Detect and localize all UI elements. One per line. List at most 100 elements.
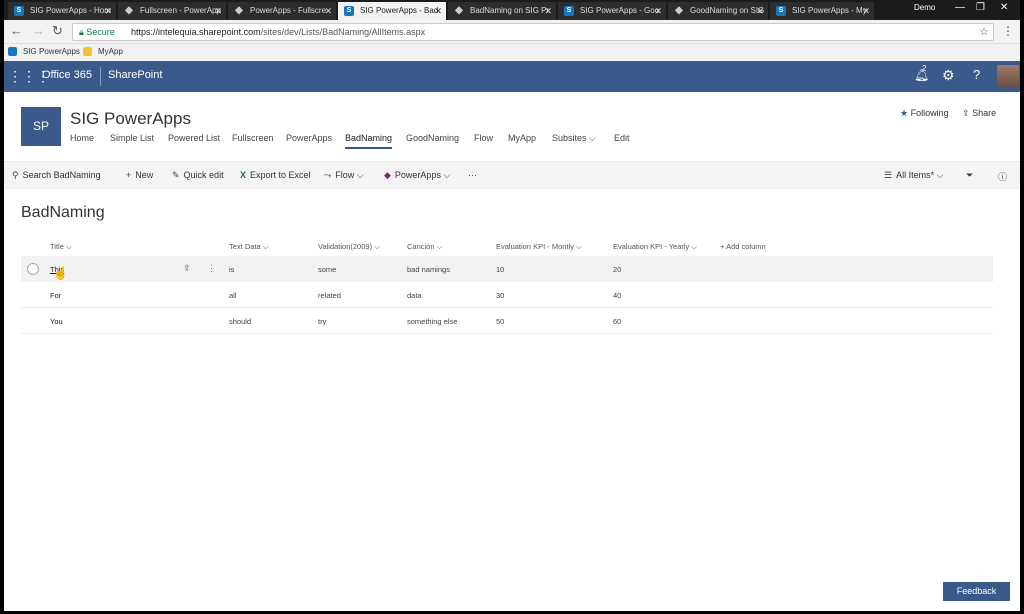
url-path: /sites/dev/Lists/BadNaming/AllItems.aspx: [260, 27, 426, 37]
nav-edit[interactable]: Edit: [614, 133, 630, 143]
column-header-cancion[interactable]: Canción ⌵: [407, 242, 442, 252]
close-icon[interactable]: ✕: [214, 2, 222, 20]
close-icon[interactable]: ✕: [104, 2, 112, 20]
column-header-kpi-monthly[interactable]: Evaluation KPI - Montly ⌵: [496, 242, 582, 252]
close-icon[interactable]: ✕: [654, 2, 662, 20]
bookmark-star-icon[interactable]: ☆: [979, 24, 989, 40]
close-icon[interactable]: ✕: [324, 2, 332, 20]
column-label: Text Data: [229, 242, 261, 251]
tab-powerapps-fullscreen[interactable]: ◆ PowerApps - Fullscre ✕: [228, 2, 336, 20]
cell-cancion: something else: [407, 317, 458, 326]
tab-label: SIG PowerApps - Goo: [580, 6, 660, 15]
tab-sig-badnaming[interactable]: S SIG PowerApps - Bad ✕: [338, 2, 446, 20]
close-icon[interactable]: ✕: [756, 2, 764, 20]
column-label: Evaluation KPI - Montly: [496, 242, 574, 251]
row-title-link[interactable]: For: [50, 291, 61, 300]
quick-edit-button[interactable]: ✎ Quick edit: [172, 170, 224, 181]
gear-icon[interactable]: ⚙: [942, 67, 955, 84]
row-title-link[interactable]: You: [50, 317, 63, 326]
bookmark-myapp[interactable]: MyApp: [83, 44, 123, 60]
nav-home[interactable]: Home: [70, 133, 94, 143]
tab-sig-goodnaming[interactable]: S SIG PowerApps - Goo ✕: [558, 2, 666, 20]
command-bar: ⚲ Search BadNaming + New ✎ Quick edit X Expo…: [4, 161, 1020, 189]
plus-icon: +: [720, 242, 725, 251]
notification-badge: 2: [922, 64, 927, 73]
cell-validation: related: [318, 291, 341, 300]
browser-menu-icon[interactable]: ⋮: [1002, 24, 1014, 38]
close-icon[interactable]: ✕: [862, 2, 870, 20]
column-header-kpi-yearly[interactable]: Evaluation KPI - Yearly ⌵: [613, 242, 697, 252]
nav-badnaming[interactable]: BadNaming: [345, 133, 393, 149]
more-commands-button[interactable]: ···: [468, 170, 477, 180]
flow-button[interactable]: ⤳ Flow ⌵: [324, 170, 364, 181]
tab-badnaming-powerapps[interactable]: ◆ BadNaming on SIG Pr ✕: [448, 2, 556, 20]
chevron-down-icon: ⌵: [65, 242, 72, 251]
feedback-button[interactable]: Feedback: [943, 582, 1010, 601]
sharepoint-link[interactable]: SharePoint: [108, 69, 162, 81]
site-logo[interactable]: SP: [21, 107, 61, 146]
reload-icon[interactable]: ↻: [52, 23, 63, 39]
nav-fullscreen[interactable]: Fullscreen: [232, 133, 274, 143]
forward-icon[interactable]: →: [32, 23, 45, 38]
chevron-down-icon: ⌵: [576, 242, 582, 251]
nav-powered-list[interactable]: Powered List: [168, 133, 220, 143]
minimize-icon[interactable]: —: [955, 2, 965, 13]
chevron-down-icon: ⌵: [374, 242, 380, 251]
secure-indicator[interactable]: 🔒︎ Secure: [79, 24, 115, 40]
info-icon[interactable]: ⓘ: [998, 170, 1007, 183]
cell-cancion: bad namings: [407, 265, 450, 274]
table-row[interactable]: This ⇪ ⋮ is some bad namings 10 20: [21, 256, 993, 282]
column-header-validation[interactable]: Validation(2009) ⌵: [318, 242, 380, 252]
share-button[interactable]: ⇪ Share: [962, 108, 996, 119]
chevron-down-icon: ⌵: [691, 242, 698, 251]
new-button[interactable]: + New: [126, 170, 153, 180]
nav-powerapps[interactable]: PowerApps: [286, 133, 332, 143]
office365-link[interactable]: Office 365: [42, 69, 92, 81]
browser-window: S SIG PowerApps - Hom ✕ ◆ Fullscreen - P…: [4, 0, 1020, 611]
following-label: Following: [910, 108, 949, 118]
view-label: All Items*: [896, 170, 935, 180]
tab-sig-myapp[interactable]: S SIG PowerApps - My ✕: [770, 2, 874, 20]
app-launcher-icon[interactable]: ⋮⋮⋮: [8, 67, 50, 85]
nav-subsites[interactable]: Subsites ⌵: [552, 133, 596, 144]
close-icon[interactable]: ✕: [434, 2, 442, 20]
close-icon[interactable]: ✕: [544, 2, 552, 20]
avatar[interactable]: [997, 65, 1019, 87]
tab-sig-home[interactable]: S SIG PowerApps - Hom ✕: [8, 2, 116, 20]
address-bar: ← → ↻ 🔒︎ Secure https://intelequia.share…: [4, 20, 1020, 44]
cell-text-data: should: [229, 317, 252, 326]
tab-goodnaming-powerapps[interactable]: ◆ GoodNaming on SIG ✕: [668, 2, 768, 20]
nav-goodnaming[interactable]: GoodNaming: [406, 133, 459, 143]
search-box[interactable]: ⚲ Search BadNaming: [12, 170, 101, 181]
chevron-down-icon: ⌵: [589, 133, 596, 143]
back-icon[interactable]: ←: [10, 23, 23, 38]
url-input[interactable]: 🔒︎ Secure https://intelequia.sharepoint.…: [72, 23, 994, 41]
cell-kpi-yearly: 40: [613, 291, 622, 300]
nav-simple-list[interactable]: Simple List: [110, 133, 154, 143]
add-column-button[interactable]: + Add column: [720, 242, 766, 251]
search-icon: ⚲: [12, 170, 19, 180]
tab-fullscreen[interactable]: ◆ Fullscreen - PowerApp ✕: [118, 2, 226, 20]
nav-flow[interactable]: Flow: [474, 133, 493, 143]
restore-icon[interactable]: ❐: [976, 2, 985, 13]
column-header-title[interactable]: Title ⌵: [50, 242, 72, 252]
row-select-radio[interactable]: [27, 263, 39, 275]
share-icon[interactable]: ⇪: [183, 263, 191, 274]
export-excel-button[interactable]: X Export to Excel: [240, 170, 311, 180]
column-header-text-data[interactable]: Text Data ⌵: [229, 242, 268, 252]
more-icon[interactable]: ⋮: [207, 263, 216, 274]
help-icon[interactable]: ?: [973, 67, 980, 82]
powerapps-button[interactable]: ◆ PowerApps ⌵: [384, 170, 450, 181]
view-selector[interactable]: ☰ All Items* ⌵: [884, 170, 943, 181]
window-close-icon[interactable]: ✕: [1000, 2, 1008, 13]
powerapps-icon: ◆: [455, 5, 463, 16]
table-row[interactable]: For all related data 30 40: [21, 282, 993, 308]
nav-myapp[interactable]: MyApp: [508, 133, 536, 143]
chevron-down-icon: ⌵: [443, 170, 451, 180]
bookmark-sig-powerapps[interactable]: SIG PowerApps: [8, 44, 80, 60]
filter-icon[interactable]: ⏷: [966, 170, 973, 181]
following-button[interactable]: ★ Following: [900, 108, 949, 119]
table-row[interactable]: You should try something else 50 60: [21, 308, 993, 334]
site-title[interactable]: SIG PowerApps: [70, 109, 191, 129]
cell-validation: try: [318, 317, 327, 326]
